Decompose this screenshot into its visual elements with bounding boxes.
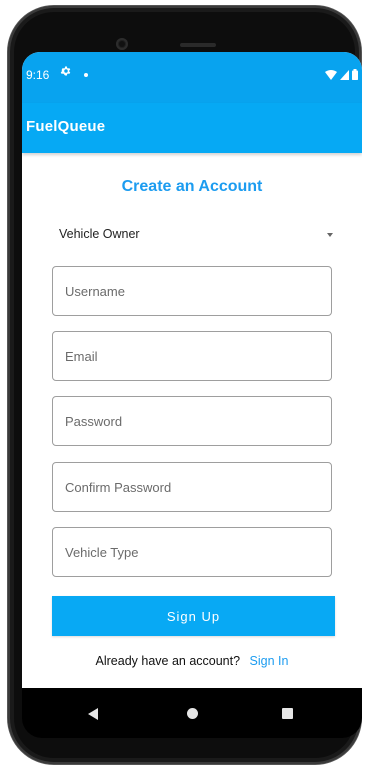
signal-icon (340, 67, 349, 85)
page-title: Create an Account (121, 178, 263, 195)
nav-home-icon[interactable] (187, 708, 198, 719)
nav-recents-icon[interactable] (282, 708, 293, 719)
battery-icon (352, 67, 358, 85)
sign-in-link[interactable]: Sign In (250, 654, 289, 668)
notification-dot-icon (84, 73, 88, 77)
app-screen: 9:16 FuelQueue Create an Account Vehicle… (22, 52, 362, 688)
system-navigation-bar (22, 688, 362, 738)
sign-up-button[interactable]: Sign Up (52, 596, 335, 636)
app-title: FuelQueue (26, 118, 106, 135)
status-bar: 9:16 (22, 52, 362, 103)
wifi-icon (325, 67, 337, 85)
status-icons (325, 67, 358, 85)
username-input[interactable] (52, 266, 332, 316)
password-input[interactable] (52, 396, 332, 446)
email-input[interactable] (52, 331, 332, 381)
settings-gear-icon (60, 65, 72, 80)
sign-in-prompt-text: Already have an account? (95, 654, 241, 668)
app-bar: FuelQueue (22, 103, 362, 153)
vehicle-type-input[interactable] (52, 527, 332, 577)
confirm-password-input[interactable] (52, 462, 332, 512)
status-time: 9:16 (26, 68, 50, 82)
sign-in-prompt-row: Already have an account? Sign In (22, 654, 362, 668)
dropdown-arrow-icon (327, 233, 333, 237)
earpiece-speaker (180, 43, 216, 47)
nav-back-icon[interactable] (88, 708, 98, 720)
user-role-dropdown[interactable]: Vehicle Owner (59, 222, 333, 246)
front-camera (116, 38, 128, 50)
user-role-selected: Vehicle Owner (59, 227, 140, 241)
